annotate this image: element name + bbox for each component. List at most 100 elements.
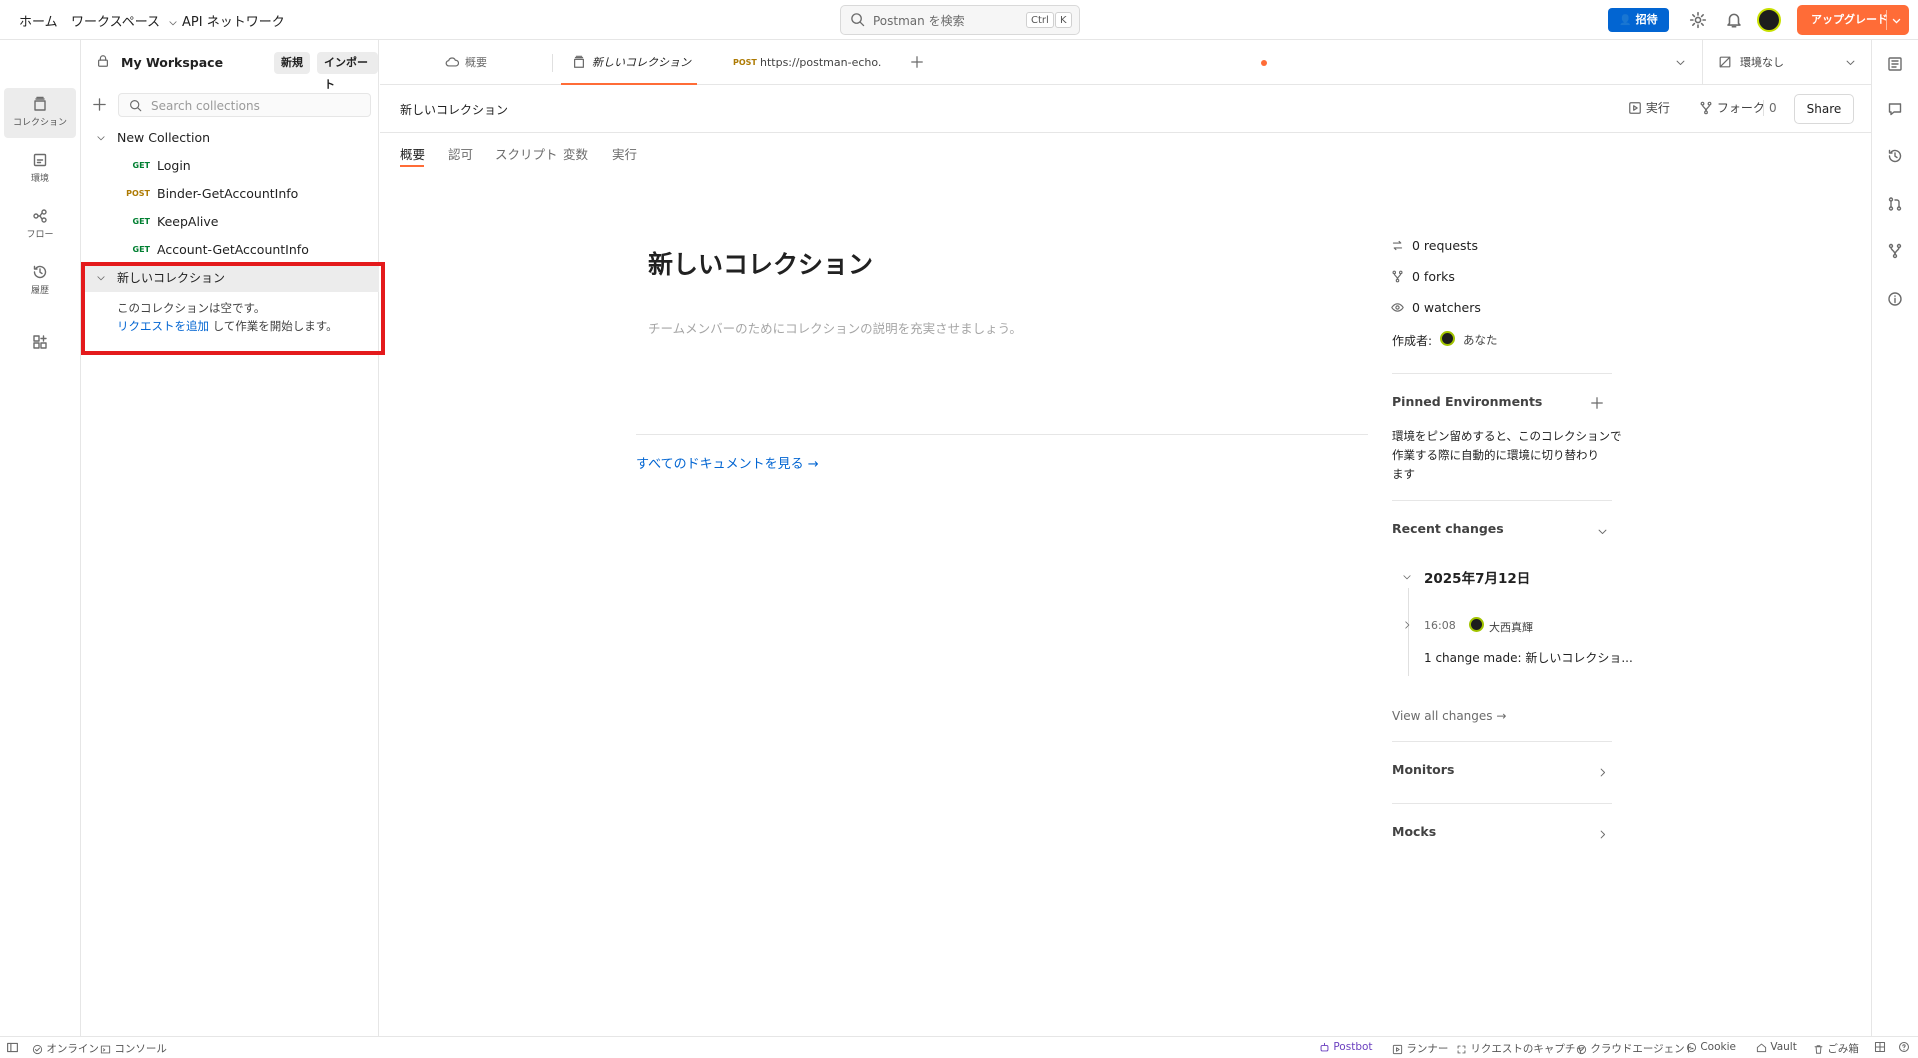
method-badge: POST — [126, 189, 150, 198]
fork-button[interactable]: フォーク — [1699, 99, 1765, 116]
invite-button[interactable]: 👤 招待 — [1608, 8, 1669, 32]
pinned-text-line: 環境をピン留めすると、このコレクションで — [1392, 429, 1622, 443]
tab-request[interactable]: POST https://postman-echo. — [733, 40, 1267, 85]
run-button[interactable]: 実行 — [1628, 99, 1670, 116]
history-icon[interactable] — [1887, 148, 1903, 164]
trash-button[interactable]: ごみ箱 — [1813, 1041, 1859, 1056]
request-item[interactable]: GET KeepAlive — [82, 208, 379, 236]
fork-icon — [1700, 101, 1712, 114]
forks-count: 0 forks — [1412, 269, 1455, 284]
fork-icon[interactable] — [1887, 243, 1903, 259]
comments-icon[interactable] — [1887, 101, 1903, 117]
subtab-scripts[interactable]: スクリプト — [495, 144, 558, 163]
add-icon[interactable] — [92, 97, 107, 112]
new-button[interactable]: 新規 — [274, 52, 310, 74]
postbot-label: Postbot — [1333, 1041, 1373, 1053]
fork-icon — [1392, 270, 1403, 283]
play-icon — [1629, 101, 1641, 114]
add-widgets-icon[interactable] — [32, 334, 48, 350]
toggle-sidebar-icon[interactable] — [6, 1041, 19, 1054]
method-badge: GET — [132, 245, 151, 254]
status-bar: オンライン コンソール Postbot ランナー リクエストのキャプチャ クラウ… — [0, 1036, 1918, 1058]
chevron-right-icon[interactable] — [1402, 620, 1412, 630]
description-placeholder[interactable]: チームメンバーのためにコレクションの説明を充実させましょう。 — [648, 318, 1022, 337]
environments-icon — [33, 153, 47, 167]
chevron-down-icon[interactable] — [1402, 572, 1412, 582]
layout-icon[interactable] — [1874, 1041, 1886, 1053]
chevron-down-icon[interactable] — [96, 133, 106, 143]
tab-label: https://postman-echo. — [760, 56, 882, 69]
postbot-button[interactable]: Postbot — [1319, 1041, 1373, 1053]
info-icon[interactable] — [1887, 291, 1903, 307]
search-placeholder: Postman を検索 — [873, 14, 965, 28]
request-name: KeepAlive — [157, 214, 219, 229]
runner-button[interactable]: ランナー — [1392, 1041, 1448, 1056]
pull-request-icon[interactable] — [1887, 196, 1903, 212]
collection-title[interactable]: 新しいコレクション — [648, 245, 873, 281]
subtab-auth[interactable]: 認可 — [448, 144, 473, 163]
documentation-icon[interactable] — [1887, 56, 1903, 72]
timeline-line — [1408, 588, 1409, 676]
gear-icon[interactable] — [1689, 11, 1707, 29]
panel-divider — [1392, 803, 1612, 804]
nav-home[interactable]: ホーム — [19, 11, 58, 30]
tab-collection[interactable]: 新しいコレクション — [561, 40, 697, 85]
chevron-down-icon — [169, 20, 177, 25]
kbd-k: K — [1055, 12, 1072, 28]
capture-button[interactable]: リクエストのキャプチャ — [1456, 1041, 1586, 1056]
cloud-agent-button[interactable]: クラウドエージェント — [1576, 1041, 1695, 1056]
content-divider — [636, 434, 1368, 435]
request-item[interactable]: GET Account-GetAccountInfo — [82, 236, 379, 264]
collections-icon — [574, 55, 584, 68]
header-divider — [380, 132, 1871, 133]
subtab-variables[interactable]: 変数 — [563, 144, 588, 163]
console-button[interactable]: コンソール — [100, 1041, 167, 1056]
chevron-right-icon[interactable] — [1597, 829, 1608, 840]
chevron-down-icon[interactable] — [1891, 15, 1902, 26]
bell-icon[interactable] — [1725, 11, 1743, 29]
search-icon — [851, 13, 865, 27]
view-docs-link[interactable]: すべてのドキュメントを見る → — [636, 453, 819, 472]
add-icon[interactable] — [1590, 396, 1604, 410]
rail-environments[interactable]: 環境 — [4, 144, 76, 194]
nav-api-network[interactable]: API ネットワーク — [182, 11, 285, 30]
view-all-changes-link[interactable]: View all changes → — [1392, 709, 1506, 723]
mocks-title[interactable]: Mocks — [1392, 824, 1436, 839]
request-item[interactable]: POST Binder-GetAccountInfo — [82, 180, 379, 208]
online-status[interactable]: オンライン — [32, 1041, 99, 1056]
change-summary[interactable]: 1 change made: 新しいコレクショ... — [1424, 649, 1633, 666]
workspace-name[interactable]: My Workspace — [121, 55, 223, 70]
environment-selector[interactable]: 環境なし — [1718, 40, 1858, 85]
import-button[interactable]: インポート — [317, 52, 378, 91]
chevron-down-icon[interactable] — [1675, 57, 1686, 68]
search-placeholder: Search collections — [151, 99, 260, 113]
request-item[interactable]: GET Login — [82, 152, 379, 180]
upgrade-button[interactable]: アップグレード — [1797, 5, 1909, 35]
rail-history[interactable]: 履歴 — [4, 256, 76, 306]
run-label: 実行 — [1645, 101, 1670, 115]
collection-new-collection[interactable]: New Collection — [82, 124, 379, 152]
breadcrumb-title[interactable]: 新しいコレクション — [400, 101, 508, 118]
global-search[interactable]: Postman を検索 Ctrl K — [840, 5, 1080, 35]
author-avatar — [1440, 331, 1455, 346]
share-button[interactable]: Share — [1794, 94, 1854, 124]
add-tab-icon[interactable] — [910, 55, 924, 69]
nav-workspaces[interactable]: ワークスペース — [71, 11, 178, 30]
subtab-overview[interactable]: 概要 — [400, 144, 425, 163]
subtab-runs[interactable]: 実行 — [612, 144, 637, 163]
env-divider — [1702, 40, 1703, 85]
recent-changes-title[interactable]: Recent changes — [1392, 521, 1504, 536]
cookie-button[interactable]: Cookie — [1686, 1041, 1736, 1053]
chevron-right-icon[interactable] — [1597, 767, 1608, 778]
tab-overview[interactable]: 概要 — [445, 40, 555, 85]
rail-collections[interactable]: コレクション — [4, 88, 76, 138]
chevron-down-icon[interactable] — [1597, 526, 1608, 537]
monitors-title[interactable]: Monitors — [1392, 762, 1454, 777]
help-icon[interactable] — [1898, 1041, 1910, 1053]
vault-button[interactable]: Vault — [1756, 1041, 1797, 1053]
rail-flows[interactable]: フロー — [4, 200, 76, 250]
avatar[interactable] — [1757, 8, 1781, 32]
collections-search-input[interactable]: Search collections — [118, 93, 371, 117]
online-label: オンライン — [46, 1043, 99, 1055]
rail-label: コレクション — [12, 118, 67, 128]
